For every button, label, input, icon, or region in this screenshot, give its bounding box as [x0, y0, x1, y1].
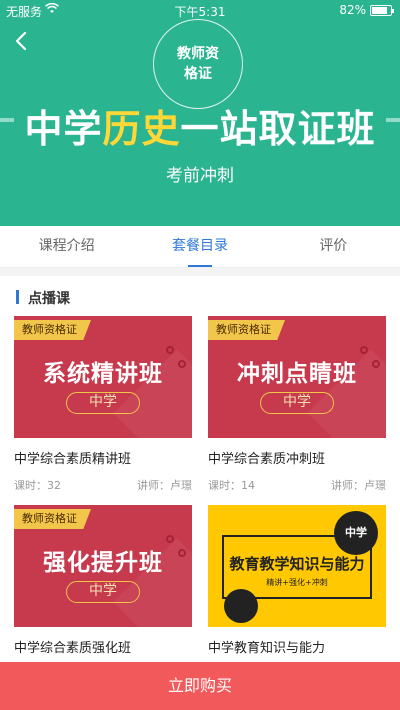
level-badge: 中学: [66, 581, 140, 603]
thumbnail-course-subtitle: 精讲+强化+冲刺: [266, 578, 328, 587]
decor-circle: [224, 589, 258, 623]
course-title: 中学综合素质精讲班: [14, 452, 132, 467]
course-thumbnail: 教师资格证 系统精讲班 中学: [14, 316, 192, 438]
course-tag: 教师资格证: [208, 320, 285, 340]
title-part-2: 一站取证班: [180, 107, 376, 151]
course-thumbnail: 中学 教育教学知识与能力 精讲+强化+冲刺: [208, 505, 386, 627]
course-card[interactable]: 教师资格证 强化提升班 中学 中学综合素质强化班: [14, 505, 192, 656]
tab-bar: 课程介绍 套餐目录 评价: [0, 226, 400, 268]
certificate-seal: 教师资 格证: [153, 19, 243, 109]
course-thumbnail: 教师资格证 强化提升班 中学: [14, 505, 192, 627]
course-teacher: 讲师：卢璟: [331, 479, 386, 492]
thumbnail-course-name: 冲刺点睛班: [237, 361, 357, 387]
course-card[interactable]: 中学 教育教学知识与能力 精讲+强化+冲刺 中学教育知识与能力: [208, 505, 386, 656]
package-catalog: 点播课 教师资格证 系统精讲班 中学 中学综合素质精讲班 课时：32 讲师：卢璟…: [0, 276, 400, 662]
chevron-left-icon: [15, 31, 27, 51]
course-title: 中学历史一站取证班: [0, 98, 400, 153]
course-meta: 课时：14 讲师：卢璟: [208, 477, 386, 492]
course-title: 中学综合素质冲刺班: [208, 452, 326, 467]
course-header-banner: 无服务 下午5:31 82% 教师资 格证 中学历史一站取证班 考前冲刺: [0, 0, 400, 226]
course-thumbnail: 教师资格证 冲刺点睛班 中学: [208, 316, 386, 438]
title-highlight: 历史: [102, 107, 181, 151]
tab-package-catalog[interactable]: 套餐目录: [133, 226, 266, 267]
level-badge: 中学: [334, 511, 378, 555]
course-card[interactable]: 教师资格证 系统精讲班 中学 中学综合素质精讲班 课时：32 讲师：卢璟: [14, 316, 192, 492]
thumbnail-course-name: 系统精讲班: [43, 361, 163, 387]
status-bar: 无服务 下午5:31 82%: [0, 0, 400, 20]
tab-course-intro[interactable]: 课程介绍: [0, 226, 133, 267]
course-meta: 课时：32 讲师：卢璟: [14, 477, 192, 492]
decor-circle: [166, 346, 174, 354]
thumbnail-course-name: 强化提升班: [43, 550, 163, 576]
course-subtitle: 考前冲刺: [166, 166, 234, 186]
decor-circle: [166, 535, 174, 543]
course-title: 中学教育知识与能力: [208, 641, 326, 656]
seal-line-2: 格证: [184, 66, 212, 82]
course-hours: 课时：32: [14, 479, 61, 492]
seal-line-1: 教师资: [177, 46, 219, 62]
course-teacher: 讲师：卢璟: [137, 479, 192, 492]
level-badge: 中学: [260, 392, 334, 414]
back-button[interactable]: [14, 30, 28, 52]
course-tag: 教师资格证: [14, 320, 91, 340]
level-badge: 中学: [66, 392, 140, 414]
course-tag: 教师资格证: [14, 509, 91, 529]
buy-now-button[interactable]: 立即购买: [0, 662, 400, 710]
section-title: 点播课: [16, 288, 70, 308]
level-badge-label: 中学: [345, 526, 367, 539]
decor-circle: [360, 346, 368, 354]
battery-icon: [370, 5, 394, 16]
title-part-1: 中学: [24, 107, 103, 151]
battery-percent: 82%: [339, 3, 366, 17]
course-title: 中学综合素质强化班: [14, 641, 132, 656]
thumbnail-course-name: 教育教学知识与能力: [229, 555, 365, 573]
course-hours: 课时：14: [208, 479, 255, 492]
tab-reviews[interactable]: 评价: [267, 226, 400, 267]
course-card[interactable]: 教师资格证 冲刺点睛班 中学 中学综合素质冲刺班 课时：14 讲师：卢璟: [208, 316, 386, 492]
